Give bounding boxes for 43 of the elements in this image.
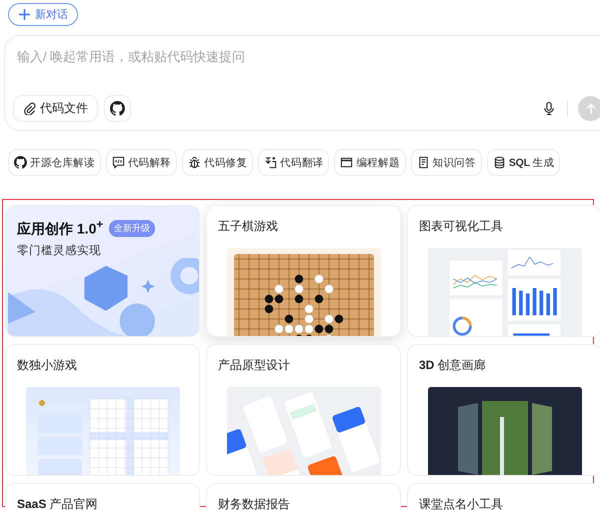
shortcut-chip[interactable]: 知识问答	[410, 149, 482, 176]
github-button[interactable]	[104, 95, 131, 122]
shortcut-chip[interactable]: 开源仓库解读	[8, 149, 101, 176]
github-icon	[110, 101, 125, 116]
template-card[interactable]: 课堂点名小工具	[407, 483, 600, 510]
template-card[interactable]: 数独小游戏	[5, 344, 200, 476]
shortcut-chip[interactable]: 代码修复	[182, 149, 254, 176]
bug-icon	[188, 156, 202, 169]
card-title: 产品原型设计	[218, 357, 290, 374]
card-title: 课堂点名小工具	[419, 496, 503, 510]
template-card[interactable]: 产品原型设计	[206, 344, 401, 476]
plus-icon	[18, 8, 31, 21]
banner-card[interactable]: 应用创作 1.0$^{+}$ 全新升级 零门槛灵感实现	[5, 205, 200, 337]
shortcut-chip[interactable]: SQL 生成	[486, 149, 560, 176]
banner-title: 应用创作 1.0$^{+}$	[17, 218, 104, 239]
banner-subtitle: 零门槛灵感实现	[17, 243, 101, 258]
card-title: 财务数据报告	[218, 496, 290, 510]
arrow-up-icon	[584, 102, 596, 114]
template-card[interactable]: SaaS 产品官网	[5, 483, 200, 510]
card-title: 数独小游戏	[17, 357, 77, 374]
prompt-field[interactable]: 输入/ 唤起常用语，或粘贴代码快速提问 代码文件	[4, 35, 600, 131]
shortcut-chip[interactable]: 代码解释	[106, 149, 178, 176]
attach-file-button[interactable]: 代码文件	[13, 95, 98, 122]
microphone-icon[interactable]	[543, 101, 555, 116]
paperclip-icon	[23, 102, 36, 115]
shortcut-chip[interactable]: 编程解题	[334, 149, 406, 176]
card-title: SaaS 产品官网	[17, 496, 98, 510]
window-icon	[340, 156, 354, 169]
shortcut-chip[interactable]: 代码翻译	[258, 149, 330, 176]
template-card[interactable]: 财务数据报告	[206, 483, 401, 510]
database-icon	[492, 156, 506, 169]
new-badge: 全新升级	[109, 220, 156, 237]
template-card[interactable]: 图表可视化工具	[407, 205, 600, 337]
template-card[interactable]: 3D 创意画廊	[407, 344, 600, 476]
code-translate-icon	[264, 156, 278, 169]
github-icon	[14, 156, 27, 169]
book-icon	[416, 156, 430, 169]
card-title: 五子棋游戏	[218, 218, 278, 235]
card-title: 3D 创意画廊	[419, 357, 486, 374]
card-title: 图表可视化工具	[419, 218, 503, 235]
code-bubble-icon	[112, 156, 125, 169]
template-card[interactable]: 五子棋游戏	[206, 205, 401, 337]
new-chat-button[interactable]: 新对话	[8, 3, 78, 26]
